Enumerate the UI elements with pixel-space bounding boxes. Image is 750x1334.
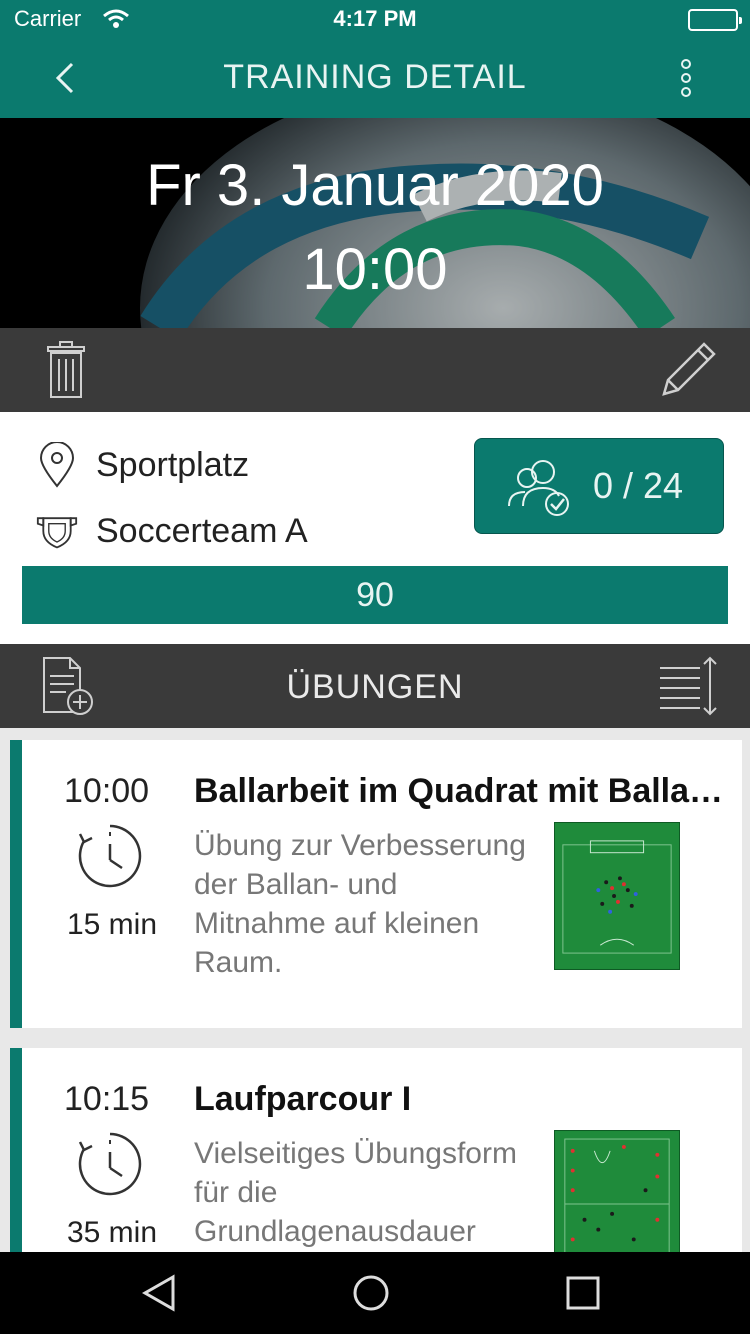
training-date: Fr 3. Januar 2020 bbox=[146, 153, 604, 218]
status-bar: Carrier 4:17 PM bbox=[0, 0, 750, 40]
participants-count: 0 / 24 bbox=[593, 465, 684, 506]
status-time: 4:17 PM bbox=[333, 6, 417, 31]
more-vert-icon bbox=[681, 59, 691, 97]
exercise-title: Laufparcour I bbox=[194, 1080, 412, 1118]
exercise-duration: 15 min bbox=[66, 908, 158, 941]
location-row: Sportplatz bbox=[36, 442, 249, 488]
sort-button[interactable] bbox=[656, 654, 720, 718]
exercise-title: Ballarbeit im Quadrat mit Ballan- und Mi… bbox=[194, 772, 734, 810]
training-info: Sportplatz Soccerteam A 0 / 24 90 bbox=[0, 412, 750, 644]
exercise-description: Vielseitiges Übungsform für die Grundlag… bbox=[194, 1137, 517, 1248]
android-back-button[interactable] bbox=[124, 1260, 194, 1326]
square-recents-icon bbox=[566, 1276, 600, 1310]
location-pin-icon bbox=[36, 442, 78, 488]
training-time: 10:00 bbox=[302, 237, 448, 302]
page-title: TRAINING DETAIL bbox=[223, 58, 527, 96]
action-bar bbox=[0, 328, 750, 412]
edit-button[interactable] bbox=[656, 338, 720, 402]
nav-bar: TRAINING DETAIL bbox=[0, 40, 750, 118]
android-nav-bar bbox=[0, 1252, 750, 1334]
exercise-card[interactable]: 10:00 Ballarbeit im Quadrat mit Ballan- … bbox=[10, 740, 742, 1028]
team-row: Soccerteam A bbox=[36, 508, 308, 554]
participants-button[interactable]: 0 / 24 bbox=[474, 438, 724, 534]
battery-icon bbox=[688, 9, 742, 31]
delete-button[interactable] bbox=[36, 340, 96, 400]
stopwatch-icon bbox=[78, 1132, 142, 1196]
circle-home-icon bbox=[353, 1275, 389, 1311]
exercise-field-diagram[interactable] bbox=[554, 822, 680, 970]
exercises-title: ÜBUNGEN bbox=[286, 668, 464, 706]
exercise-card[interactable]: 10:15 Laufparcour I 35 min Vielseitiges … bbox=[10, 1048, 742, 1252]
android-home-button[interactable] bbox=[336, 1260, 406, 1326]
location-label: Sportplatz bbox=[96, 445, 250, 484]
exercise-list[interactable]: 10:00 Ballarbeit im Quadrat mit Ballan- … bbox=[0, 728, 750, 1252]
sort-icon bbox=[660, 656, 717, 716]
stopwatch-icon bbox=[78, 824, 142, 888]
android-recents-button[interactable] bbox=[548, 1260, 618, 1326]
exercise-start-time: 10:15 bbox=[64, 1080, 150, 1118]
more-options-button[interactable] bbox=[658, 50, 714, 106]
exercise-description: Übung zur Verbesserung der Ballan- und M… bbox=[194, 829, 526, 979]
pencil-icon bbox=[662, 342, 716, 396]
duration-bar: 90 bbox=[22, 566, 728, 624]
team-label: Soccerteam A bbox=[96, 511, 308, 550]
exercise-duration: 35 min bbox=[66, 1216, 158, 1249]
participants-check-icon bbox=[508, 460, 569, 516]
triangle-back-icon bbox=[141, 1274, 175, 1312]
exercise-field-diagram[interactable] bbox=[554, 1130, 680, 1252]
exercises-header: ÜBUNGEN bbox=[0, 644, 750, 728]
trash-icon bbox=[47, 341, 85, 398]
team-crest-icon bbox=[36, 508, 78, 554]
exercise-start-time: 10:00 bbox=[64, 772, 150, 810]
hero-banner: Fr 3. Januar 2020 10:00 bbox=[0, 118, 750, 328]
